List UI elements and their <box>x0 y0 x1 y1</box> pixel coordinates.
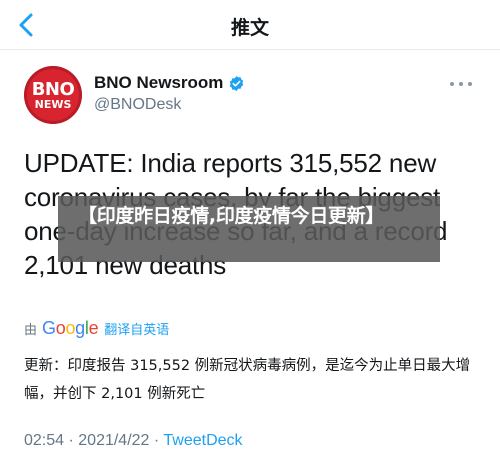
headline-overlay-text: 【印度昨日疫情,印度疫情今日更新】 <box>78 205 385 227</box>
more-options-icon[interactable] <box>450 80 472 88</box>
translated-by-label: 由 <box>24 323 38 338</box>
tweet-time[interactable]: 02:54 <box>24 432 64 449</box>
page-title: 推文 <box>230 17 269 39</box>
tweet-date[interactable]: 2021/4/22 <box>78 432 149 449</box>
google-logo-letter: g <box>75 318 85 338</box>
tweet-header: BNO NEWS BNO Newsroom @BNODesk <box>24 66 480 126</box>
nav-bar: 推文 <box>0 0 500 50</box>
user-handle[interactable]: @BNODesk <box>94 96 181 114</box>
google-logo-letter: G <box>42 318 56 338</box>
meta-separator: · <box>149 432 164 449</box>
name-row: BNO Newsroom <box>94 73 245 93</box>
verified-badge-icon <box>230 75 244 91</box>
google-logo-letter: e <box>88 318 99 338</box>
google-logo-letter: o <box>55 318 66 338</box>
tweet-source-link[interactable]: TweetDeck <box>163 432 242 449</box>
meta-separator: · <box>64 432 79 449</box>
avatar-logo-line2: NEWS <box>34 98 72 111</box>
google-logo: Google <box>42 318 99 339</box>
display-name[interactable]: BNO Newsroom <box>94 73 223 93</box>
avatar-logo-line1: BNO <box>31 79 75 100</box>
translated-from-english-link[interactable]: 翻译自英语 <box>104 319 169 338</box>
translation-attribution: 由 Google 翻译自英语 <box>24 318 169 339</box>
tweet-meta: 02:54 · 2021/4/22 · TweetDeck <box>24 432 243 450</box>
translated-text: 更新：印度报告 315,552 例新冠状病毒病例，是迄今为止单日最大增幅，并创下… <box>24 358 471 402</box>
avatar[interactable]: BNO NEWS <box>24 66 82 124</box>
google-logo-letter: o <box>65 318 76 338</box>
